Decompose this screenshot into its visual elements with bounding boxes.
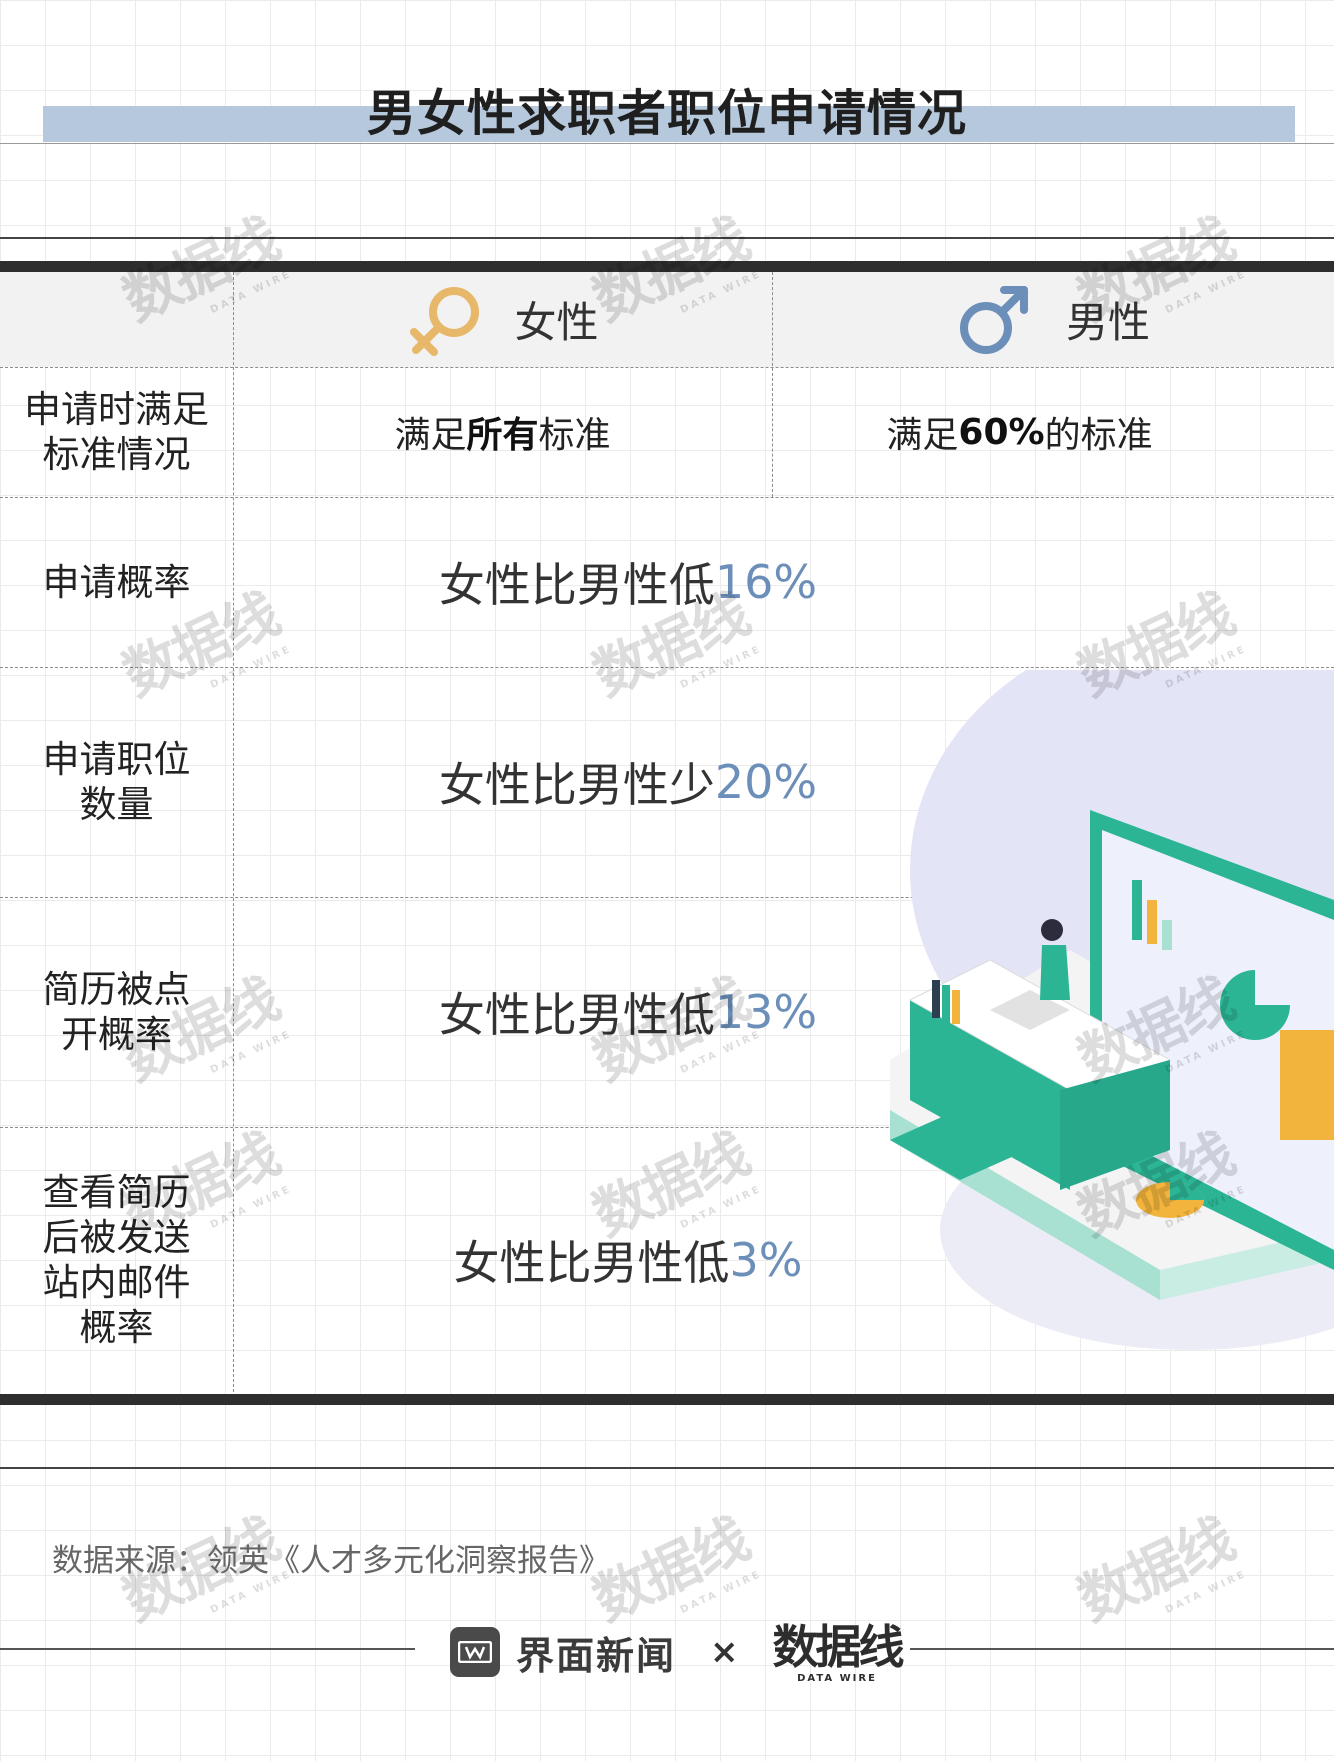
row-label-line: 申请概率: [42, 560, 191, 604]
book: [932, 980, 940, 1018]
row-label-line: 数量: [79, 783, 154, 826]
table-top-thick-rule: [0, 261, 1334, 272]
male-criteria-pre: 满足: [886, 415, 959, 456]
row-label-line: 标准情况: [42, 433, 191, 476]
footer-rule-left: [0, 1648, 415, 1650]
comparison-text: 女性比男性低: [438, 558, 715, 612]
row-label-apply-probability: 申请概率: [0, 497, 233, 667]
row-label-line: 查看简历: [42, 1170, 191, 1214]
row-label-line: 概率: [79, 1305, 154, 1349]
person-body: [1040, 945, 1070, 1000]
comparison-text: 女性比男性低: [453, 1235, 730, 1290]
apply-probability-value: 女性比男性低 16%: [233, 497, 1023, 667]
datawire-logo-main: 数据线: [772, 1619, 905, 1674]
female-criteria-cell: 满足 所有 标准: [233, 367, 772, 497]
male-symbol-icon: [959, 285, 1028, 354]
comparison-percent: 20%: [714, 755, 818, 809]
male-criteria-cell: 满足 60% 的标准: [772, 367, 1267, 497]
book: [952, 990, 960, 1024]
footer-top-rule: [0, 1467, 1334, 1469]
male-label: 男性: [1065, 298, 1150, 347]
comparison-percent: 13%: [714, 985, 818, 1039]
screen-panel: [1280, 1030, 1334, 1140]
comparison-text: 女性比男性少: [438, 758, 715, 812]
row-label-line: 申请时满足: [24, 388, 209, 431]
datawire-logo: 数据线 DATA WIRE: [772, 1619, 905, 1684]
watermark: 数据线DATA WIRE: [1068, 1506, 1249, 1635]
jiemian-logo-text: 界面新闻: [516, 1633, 677, 1678]
page-title: 男女性求职者职位申请情况: [366, 85, 967, 142]
row-label-resume-open: 简历被点 开概率: [0, 897, 233, 1127]
person-head: [1041, 919, 1063, 941]
data-source: 数据来源：领英《人才多元化洞察报告》: [52, 1543, 610, 1579]
row-label-apply-count: 申请职位 数量: [0, 667, 233, 897]
female-symbol-icon: [410, 286, 480, 356]
row-label-line: 简历被点: [42, 968, 191, 1011]
comparison-text: 女性比男性低: [438, 988, 715, 1042]
office-illustration: [890, 670, 1334, 1350]
screen-bar: [1162, 920, 1172, 950]
female-header: 女性: [233, 272, 772, 367]
male-criteria-bold: 60%: [958, 411, 1045, 453]
jiemian-logo-icon: [450, 1627, 500, 1677]
row-label-line: 后被发送: [42, 1215, 191, 1259]
footer-logos: 界面新闻 × 数据线 DATA WIRE: [450, 1612, 905, 1692]
row-label-inmail: 查看简历 后被发送 站内邮件 概率: [0, 1127, 233, 1392]
datawire-logo-sub: DATA WIRE: [797, 1672, 877, 1684]
female-criteria-post: 标准: [538, 415, 611, 456]
screen-bar: [1132, 880, 1142, 940]
book: [942, 985, 950, 1023]
male-criteria-post: 的标准: [1044, 415, 1153, 456]
row-label-line: 开概率: [61, 1013, 172, 1056]
table-top-thin-rule: [0, 237, 1334, 239]
table-bottom-thick-rule: [0, 1394, 1334, 1405]
comparison-percent: 16%: [714, 555, 818, 609]
comparison-percent: 3%: [729, 1232, 803, 1287]
row-label-line: 站内邮件: [42, 1260, 191, 1304]
screen-bar: [1147, 900, 1157, 944]
separator: ×: [710, 1632, 739, 1672]
footer-rule-right: [910, 1648, 1334, 1650]
female-label: 女性: [514, 298, 599, 347]
male-header: 男性: [772, 272, 1334, 367]
female-criteria-pre: 满足: [394, 415, 467, 456]
female-criteria-bold: 所有: [466, 415, 539, 456]
row-label-criteria: 申请时满足 标准情况: [0, 367, 233, 497]
row-label-line: 申请职位: [42, 738, 191, 781]
